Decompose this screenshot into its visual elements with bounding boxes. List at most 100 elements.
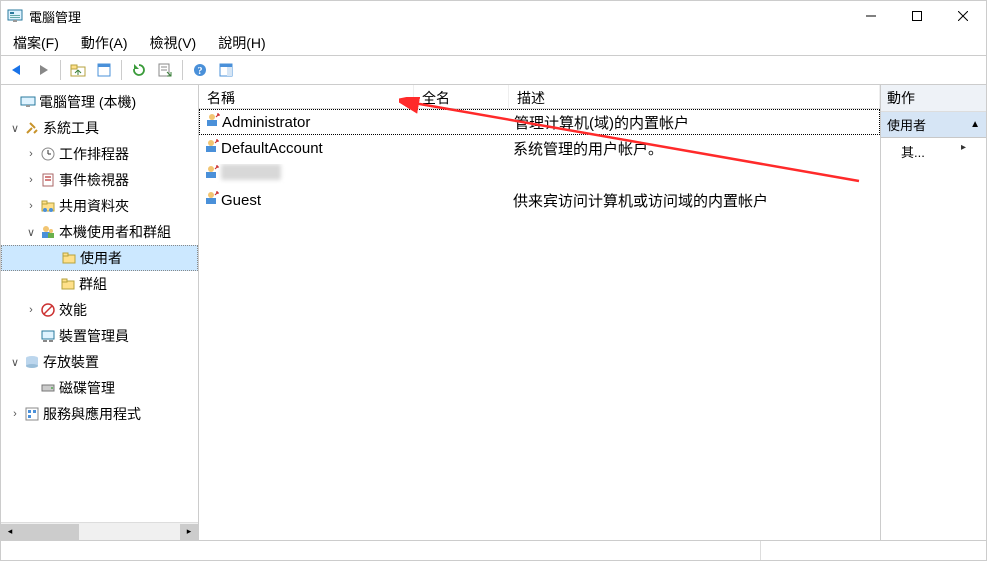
tree-label: 裝置管理員 — [57, 326, 131, 346]
disk-icon — [39, 380, 57, 396]
back-button[interactable] — [5, 58, 29, 82]
tree-label: 效能 — [57, 300, 89, 320]
list-item[interactable]: Administrator 管理计算机(域)的内置帐户 — [199, 109, 880, 135]
scroll-thumb[interactable] — [19, 524, 79, 540]
tree-label: 工作排程器 — [57, 144, 131, 164]
menu-action[interactable]: 動作(A) — [75, 31, 134, 55]
cell-name-text: DefaultAccount — [221, 140, 323, 157]
collapse-triangle-icon: ▲ — [970, 119, 980, 130]
tree-task-scheduler[interactable]: › 工作排程器 — [1, 141, 198, 167]
expand-icon[interactable]: › — [7, 408, 23, 420]
menu-file[interactable]: 檔案(F) — [7, 31, 65, 55]
tree-systools[interactable]: ∨ 系統工具 — [1, 115, 198, 141]
export-list-button[interactable] — [153, 58, 177, 82]
help-button[interactable]: ? — [188, 58, 212, 82]
tree-label: 群組 — [77, 274, 109, 294]
actions-header: 動作 — [881, 85, 986, 112]
scroll-right-button[interactable]: ▸ — [180, 524, 198, 540]
actions-section[interactable]: 使用者 ▲ — [881, 112, 986, 138]
user-icon — [203, 190, 219, 210]
tree-label: 電腦管理 (本機) — [37, 92, 138, 112]
tree-h-scrollbar[interactable]: ◂ ▸ — [1, 522, 198, 540]
status-segment — [1, 541, 761, 560]
menu-view[interactable]: 檢視(V) — [144, 31, 203, 55]
tree-label: 事件檢視器 — [57, 170, 131, 190]
list-item[interactable]: DefaultAccount 系统管理的用户帐户。 — [199, 135, 880, 161]
cell-name: Guest — [199, 190, 414, 210]
maximize-button[interactable] — [894, 1, 940, 31]
scroll-left-button[interactable]: ◂ — [1, 524, 19, 540]
folder-icon — [60, 250, 78, 266]
expand-icon[interactable]: › — [23, 200, 39, 212]
expand-icon[interactable]: › — [23, 148, 39, 160]
scroll-track[interactable] — [19, 524, 180, 540]
tree-disk-management[interactable]: 磁碟管理 — [1, 375, 198, 401]
list-item[interactable]: Guest 供来宾访问计算机或访问域的内置帐户 — [199, 187, 880, 213]
list-item[interactable] — [199, 161, 880, 187]
computer-icon — [19, 94, 37, 110]
tree-device-manager[interactable]: 裝置管理員 — [1, 323, 198, 349]
submenu-arrow-icon: ▸ — [961, 142, 966, 161]
cell-description: 供来宾访问计算机或访问域的内置帐户 — [509, 190, 880, 211]
tree-storage[interactable]: ∨ 存放裝置 — [1, 349, 198, 375]
refresh-button[interactable] — [127, 58, 151, 82]
up-level-button[interactable] — [66, 58, 90, 82]
actions-section-label: 使用者 — [887, 115, 926, 134]
collapse-icon[interactable]: ∨ — [7, 122, 23, 135]
expand-icon[interactable]: › — [23, 304, 39, 316]
close-button[interactable] — [940, 1, 986, 31]
menu-help[interactable]: 說明(H) — [212, 31, 271, 55]
user-icon — [204, 112, 220, 132]
tree-services-apps[interactable]: › 服務與應用程式 — [1, 401, 198, 427]
console-tree[interactable]: 電腦管理 (本機) ∨ 系統工具 › 工作排程器 › 事件檢視器 — [1, 85, 198, 522]
svg-text:?: ? — [198, 66, 203, 77]
tools-icon — [23, 120, 41, 136]
properties-button[interactable] — [92, 58, 116, 82]
column-description[interactable]: 描述 — [509, 85, 880, 108]
cell-name — [199, 164, 414, 184]
shared-folder-icon — [39, 198, 57, 214]
tree-label: 本機使用者和群組 — [57, 222, 173, 242]
column-fullname[interactable]: 全名 — [414, 85, 509, 108]
tree-groups[interactable]: 群組 — [1, 271, 198, 297]
user-icon — [203, 138, 219, 158]
cell-name-text — [221, 164, 281, 184]
tree-label: 使用者 — [78, 248, 124, 268]
services-icon — [23, 406, 41, 422]
show-hide-button[interactable] — [214, 58, 238, 82]
actions-more-label: 其... — [901, 142, 925, 161]
folder-icon — [59, 276, 77, 292]
tree-label: 服務與應用程式 — [41, 404, 143, 424]
cell-name-text: Guest — [221, 192, 261, 209]
tree-local-users-groups[interactable]: ∨ 本機使用者和群組 — [1, 219, 198, 245]
status-bar — [1, 540, 986, 560]
tree-root[interactable]: 電腦管理 (本機) — [1, 89, 198, 115]
cell-description: 系统管理的用户帐户。 — [509, 138, 880, 159]
toolbar-divider — [60, 60, 61, 80]
tree-label: 磁碟管理 — [57, 378, 117, 398]
toolbar-divider — [121, 60, 122, 80]
cell-description: 管理计算机(域)的内置帐户 — [510, 112, 879, 133]
tree-label: 存放裝置 — [41, 352, 101, 372]
collapse-icon[interactable]: ∨ — [23, 226, 39, 239]
tree-performance[interactable]: › 效能 — [1, 297, 198, 323]
tree-shared-folders[interactable]: › 共用資料夾 — [1, 193, 198, 219]
cell-name-text: Administrator — [222, 114, 310, 131]
expand-icon[interactable]: › — [23, 174, 39, 186]
performance-icon — [39, 302, 57, 318]
tree-label: 系統工具 — [41, 118, 101, 138]
user-list[interactable]: Administrator管理计算机(域)的内置帐户DefaultAccount… — [199, 109, 880, 540]
window-title: 電腦管理 — [29, 7, 848, 26]
cell-name: DefaultAccount — [199, 138, 414, 158]
clock-icon — [39, 146, 57, 162]
minimize-button[interactable] — [848, 1, 894, 31]
forward-button[interactable] — [31, 58, 55, 82]
user-icon — [203, 164, 219, 184]
actions-more[interactable]: 其... ▸ — [881, 138, 986, 165]
collapse-icon[interactable]: ∨ — [7, 356, 23, 369]
column-name[interactable]: 名稱 — [199, 85, 414, 108]
tree-event-viewer[interactable]: › 事件檢視器 — [1, 167, 198, 193]
tree-users[interactable]: 使用者 — [1, 245, 198, 271]
app-icon — [7, 8, 23, 24]
device-icon — [39, 328, 57, 344]
